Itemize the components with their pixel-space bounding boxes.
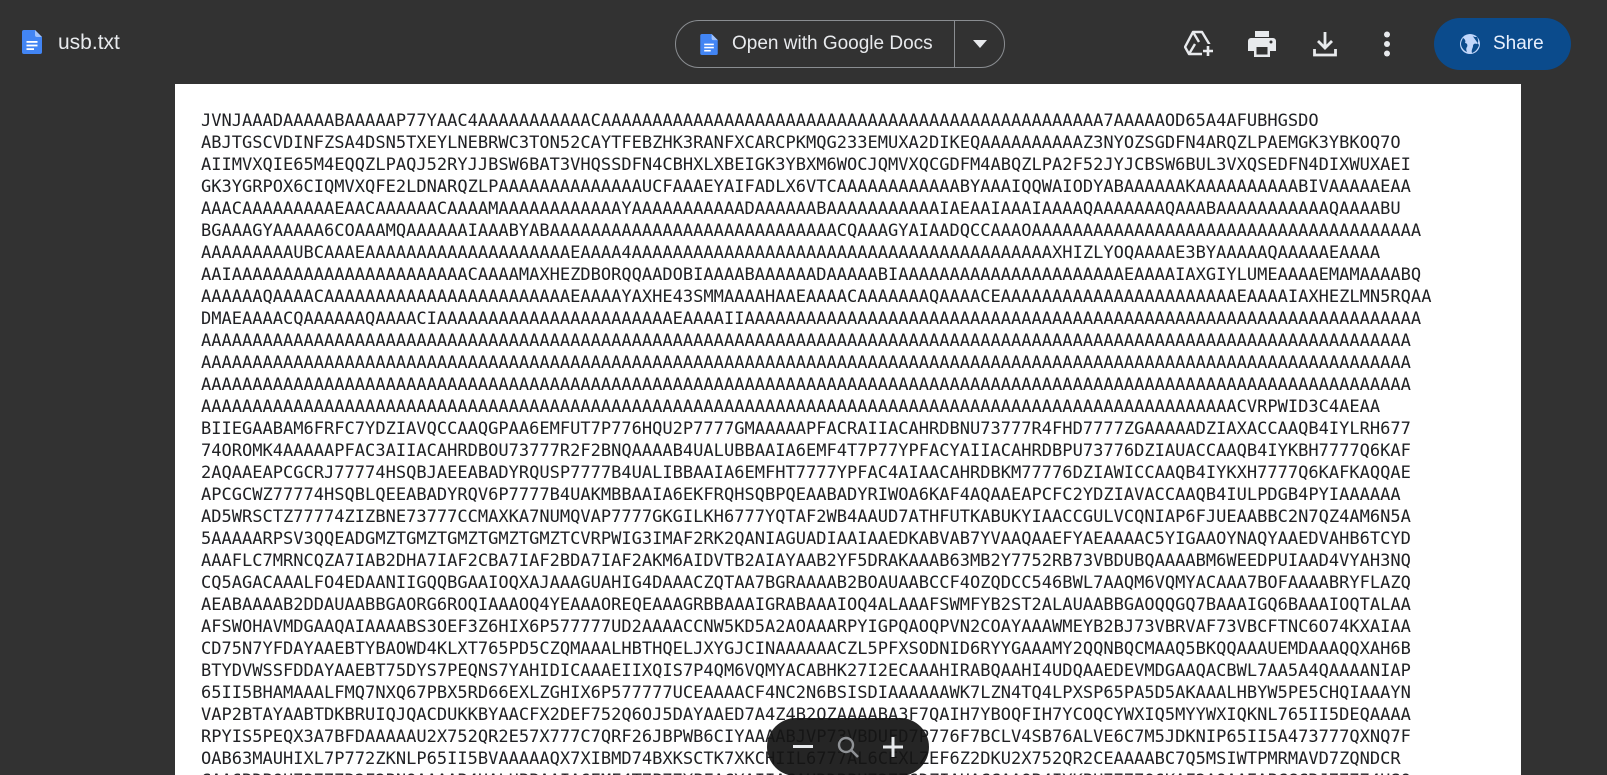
document-line: DMAEAAAACQAAAAAAQAAAACIAAAAAAAAAAAAAAAAA… — [201, 309, 1422, 329]
document-line: AAAAAAAAAAAAAAAAAAAAAAAAAAAAAAAAAAAAAAAA… — [201, 353, 1411, 373]
document-line: AAIAAAAAAAAAAAAAAAAAAAAAAACAAAAMAXHEZDBO… — [201, 265, 1422, 285]
plus-icon — [882, 737, 903, 757]
document-line: AAAAAAAAAAAAAAAAAAAAAAAAAAAAAAAAAAAAAAAA… — [201, 397, 1381, 417]
text-document-page: JVNJAAADAAAAABAAAAAP77YAAC4AAAAAAAAAAACA… — [175, 84, 1521, 775]
print-button[interactable] — [1243, 25, 1281, 63]
document-line: AAACAAAAAAAAAEAACAAAAAACAAAAMAAAAAAAAAAA… — [201, 199, 1401, 219]
share-label: Share — [1493, 33, 1544, 54]
document-line: AEABAAAAB2DDAUAABBGAORG6ROQIAAAOQ4YEAAAO… — [201, 595, 1411, 615]
viewer-header: usb.txt Open with Google Docs Share — [0, 0, 1607, 85]
more-vert-icon — [1384, 31, 1390, 57]
zoom-out-button[interactable] — [786, 730, 820, 764]
google-docs-file-icon — [22, 30, 42, 54]
magnifier-icon — [837, 736, 859, 758]
zoom-in-button[interactable] — [876, 730, 910, 764]
document-line: AAAAAAAAAAAAAAAAAAAAAAAAAAAAAAAAAAAAAAAA… — [201, 375, 1411, 395]
zoom-controls — [767, 718, 929, 775]
document-line: BGAAAGYAAAAA6COAAAMQAAAAAAIAAABYABAAAAAA… — [201, 221, 1422, 241]
google-docs-icon — [700, 33, 718, 55]
download-icon — [1313, 32, 1337, 57]
document-line: AIIMVXQIE65M4EQQZLPAQJ52RYJJBSW6BAT3VHQS… — [201, 155, 1411, 175]
globe-icon — [1460, 34, 1480, 54]
printer-icon — [1248, 31, 1276, 57]
document-line: AAAAAAAAAAAAAAAAAAAAAAAAAAAAAAAAAAAAAAAA… — [201, 331, 1411, 351]
more-actions-button[interactable] — [1368, 25, 1406, 63]
document-line: 65II5BHAMAAALFMQ7NXQ67PBX5RD66EXLZGHIX6P… — [201, 683, 1411, 703]
document-line: AFSWOHAVMDGAAQAIAAAABS3OEF3Z6HIX6P577777… — [201, 617, 1411, 637]
open-with-group: Open with Google Docs — [675, 20, 1005, 68]
document-line: 74OROMK4AAAAAPFAC3AIIACAHRDBOU73777R2F2B… — [201, 441, 1411, 461]
document-line: APCGCWZ77774HSQBLQEEABADYRQV6P7777B4UAKM… — [201, 485, 1401, 505]
document-line: AAAAAAQAAAACAAAAAAAAAAAAAAAAAAAAAAAAEAAA… — [201, 287, 1432, 307]
download-button[interactable] — [1306, 25, 1344, 63]
file-name: usb.txt — [58, 31, 120, 54]
document-line: 2AQAAEAPCGCRJ77774HSQBJAEEABADYRQUSP7777… — [201, 463, 1411, 483]
document-line: ABJTGSCVDINFZSA4DSN5TXEYLNEBRWC3TON52CAY… — [201, 133, 1401, 153]
document-line: AAAFLC7MRNCQZA7IAB2DHA7IAF2CBA7IAF2BDA7I… — [201, 551, 1411, 571]
document-line: JVNJAAADAAAAABAAAAAP77YAAC4AAAAAAAAAAACA… — [201, 111, 1319, 131]
zoom-fit-button[interactable] — [831, 730, 865, 764]
open-with-google-docs-button[interactable]: Open with Google Docs — [676, 21, 955, 67]
minus-icon — [793, 745, 814, 748]
document-line: 5AAAAARPSV3QQEADGMZTGMZTGMZTGMZTGMZTCVRP… — [201, 529, 1411, 549]
document-line: BIIEGAABAM6FRFC7YDZIAVQCCAAQGPAA6EMFUT7P… — [201, 419, 1411, 439]
open-with-label: Open with Google Docs — [732, 33, 933, 54]
document-line: AD5WRSCTZ77774ZIZBNE73777CCMAXKA7NUMQVAP… — [201, 507, 1411, 527]
document-line: CD75N7YFDAYAAEBTYBAOWD4KLXT765PD5CZQMAAA… — [201, 639, 1411, 659]
document-line: BTYDVWSSFDDAYAAEBT75DYS7PEQNS7YAHIDICAAA… — [201, 661, 1411, 681]
document-line: CQ5AGACAAALFO4EDAANIIGQQBGAAIOQXAJAAAGUA… — [201, 573, 1411, 593]
add-shortcut-to-drive-button[interactable] — [1180, 25, 1218, 63]
document-line: AAAAAAAAAUBCAAAEAAAAAAAAAAAAAAAAAAAAEAAA… — [201, 243, 1381, 263]
open-with-menu-button[interactable] — [955, 21, 1004, 67]
caret-down-icon — [972, 40, 987, 48]
document-text: JVNJAAADAAAAABAAAAAP77YAAC4AAAAAAAAAAACA… — [201, 110, 1431, 775]
share-button[interactable]: Share — [1434, 18, 1571, 70]
drive-add-icon — [1184, 30, 1214, 58]
document-line: GK3YGRPOX6CIQMVXQFE2LDNARQZLPAAAAAAAAAAA… — [201, 177, 1411, 197]
